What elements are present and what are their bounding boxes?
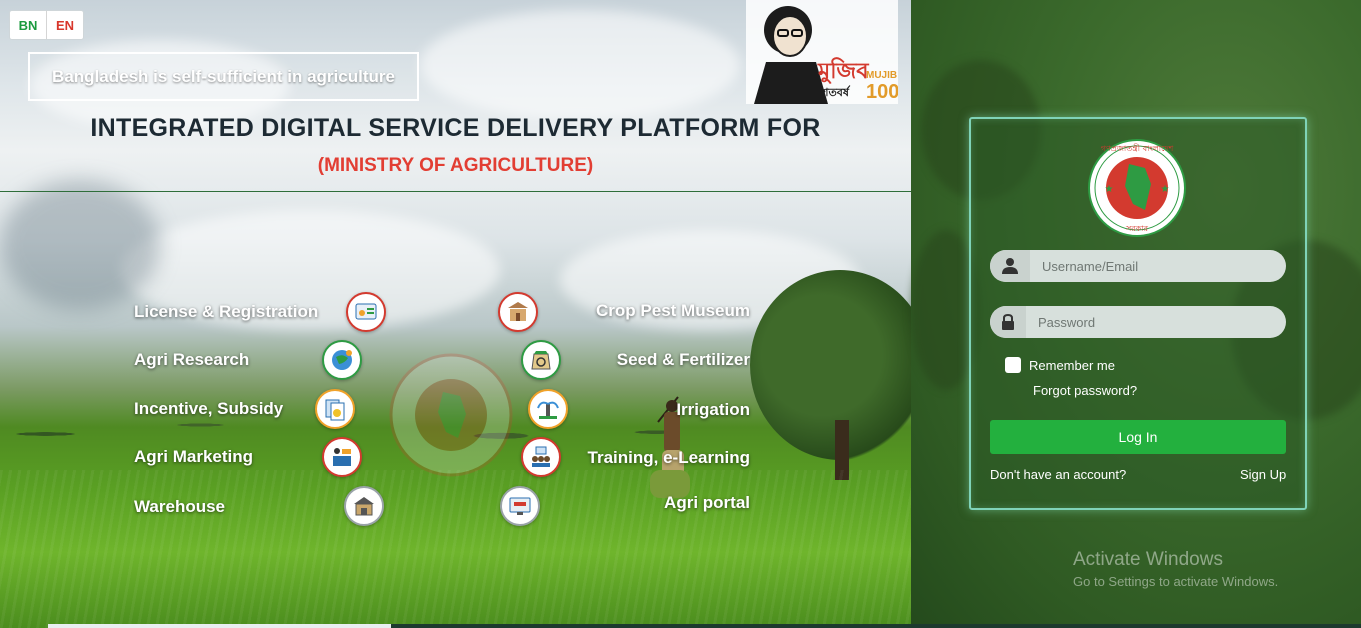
windows-activation-subtitle: Go to Settings to activate Windows.: [1073, 574, 1279, 589]
seed-sack-icon[interactable]: [521, 340, 561, 380]
service-agri-research[interactable]: Agri Research: [134, 350, 249, 370]
password-input[interactable]: [1026, 306, 1286, 338]
emblem-top-text: গণপ্রজাতন্ত্রী বাংলাদেশ: [1101, 143, 1174, 153]
service-crop-pest-museum[interactable]: Crop Pest Museum: [560, 301, 750, 321]
rice-field: [0, 470, 911, 628]
marketing-icon[interactable]: [322, 437, 362, 477]
service-training-elearning[interactable]: Training, e-Learning: [560, 448, 750, 468]
government-emblem-logo: গণপ্রজাতন্ত্রী বাংলাদেশ সরকার ★ ★: [1088, 139, 1186, 237]
certificate-icon[interactable]: [346, 292, 386, 332]
warehouse-icon[interactable]: [344, 486, 384, 526]
service-incentive-subsidy[interactable]: Incentive, Subsidy: [134, 399, 283, 419]
service-license-registration[interactable]: License & Registration: [134, 302, 318, 322]
portal-icon[interactable]: [500, 486, 540, 526]
page-title: INTEGRATED DIGITAL SERVICE DELIVERY PLAT…: [90, 114, 821, 142]
password-field: [990, 306, 1286, 338]
training-icon[interactable]: [521, 437, 561, 477]
mujib-bn-sub: শতবর্ষ: [821, 85, 851, 99]
lang-bn-button[interactable]: BN: [10, 11, 47, 39]
service-irrigation[interactable]: Irrigation: [560, 400, 750, 420]
globe-research-icon[interactable]: [322, 340, 362, 380]
remember-me: Remember me: [1005, 357, 1115, 373]
page-subtitle: (MINISTRY OF AGRICULTURE): [317, 155, 594, 176]
header-divider: [0, 191, 911, 192]
username-input[interactable]: [1030, 250, 1286, 282]
service-seed-fertilizer[interactable]: Seed & Fertilizer: [560, 350, 750, 370]
star-icon: ★: [1105, 184, 1114, 195]
forgot-password-link[interactable]: Forgot password?: [1033, 383, 1137, 398]
service-agri-marketing[interactable]: Agri Marketing: [134, 447, 253, 467]
service-warehouse[interactable]: Warehouse: [134, 497, 225, 517]
irrigation-icon[interactable]: [528, 389, 568, 429]
mujib-number: 100: [866, 81, 898, 103]
bottom-bar-dark: [391, 624, 1361, 628]
tagline: Bangladesh is self-sufficient in agricul…: [28, 52, 419, 101]
user-icon: [990, 250, 1030, 282]
remember-me-label: Remember me: [1029, 357, 1115, 373]
bottom-bar-light: [48, 624, 391, 628]
emblem-bottom-text: সরকার: [1125, 224, 1149, 233]
remember-me-checkbox[interactable]: [1005, 357, 1021, 373]
service-agri-portal[interactable]: Agri portal: [560, 493, 750, 513]
mujib-bn-text: মুজিব: [817, 57, 869, 85]
windows-activation-title: Activate Windows: [1073, 549, 1223, 570]
sign-up-link[interactable]: Sign Up: [1240, 467, 1286, 482]
museum-icon[interactable]: [498, 292, 538, 332]
lock-icon: [990, 306, 1026, 338]
mujib-en-text: MUJIB: [866, 70, 897, 81]
login-button[interactable]: Log In: [990, 420, 1286, 454]
mujib-100-logo: মুজিব শতবর্ষ MUJIB 100: [746, 0, 898, 104]
documents-icon[interactable]: [315, 389, 355, 429]
lang-en-button[interactable]: EN: [47, 11, 83, 39]
cloud-shadow: [0, 180, 160, 310]
language-switch: BN EN: [9, 10, 84, 40]
emblem-watermark: [389, 353, 513, 477]
username-field: [990, 250, 1286, 282]
no-account-text: Don't have an account?: [990, 467, 1127, 482]
cloud: [420, 10, 740, 120]
star-icon: ★: [1161, 184, 1170, 195]
